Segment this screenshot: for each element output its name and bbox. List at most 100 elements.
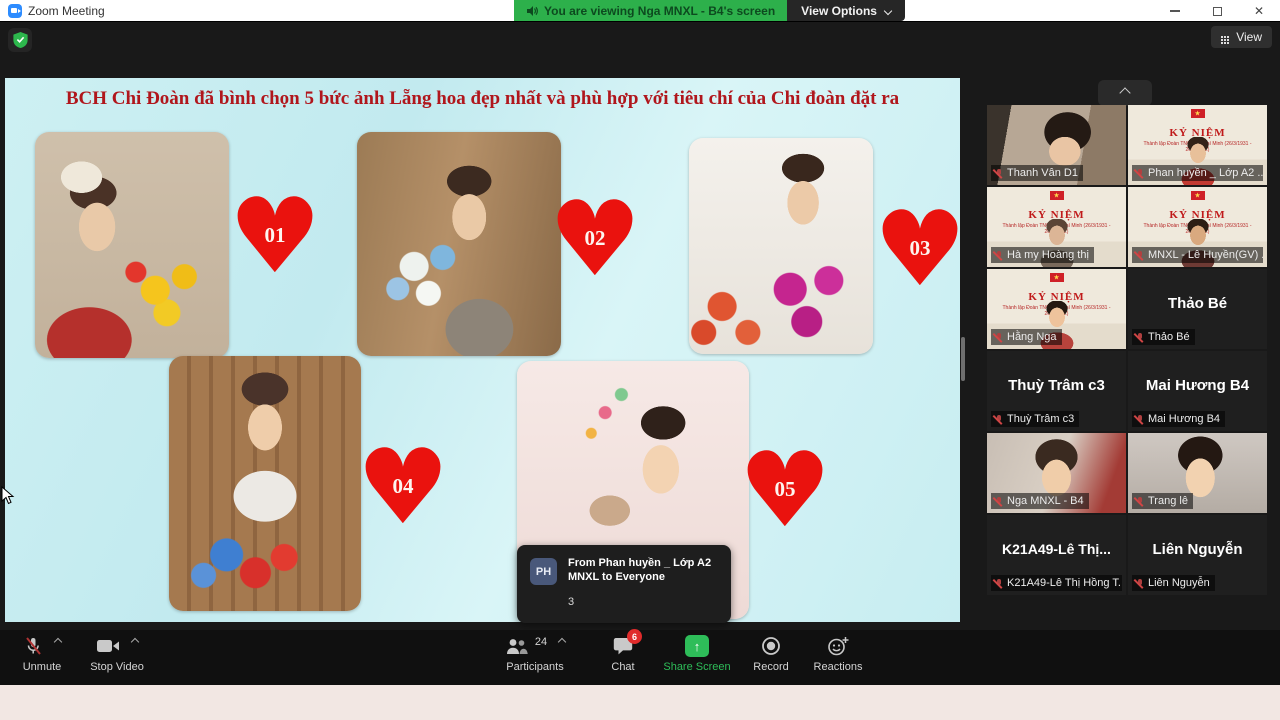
windows-taskbar: Zalo 5+ Ps P ↻ ENG 8:22 PM bbox=[0, 685, 1280, 720]
record-button[interactable]: Record bbox=[747, 635, 795, 681]
mic-muted-icon bbox=[23, 636, 43, 656]
unmute-button[interactable]: Unmute bbox=[12, 635, 72, 681]
mic-muted-icon bbox=[994, 168, 1003, 179]
collapse-gallery-button[interactable] bbox=[1098, 80, 1152, 106]
mic-muted-icon bbox=[994, 332, 1003, 343]
window-title-bar: Zoom Meeting You are viewing Nga MNXL - … bbox=[0, 0, 1280, 22]
mic-muted-icon bbox=[994, 578, 1003, 589]
screen-share-banner: You are viewing Nga MNXL - B4's screen V… bbox=[514, 0, 905, 21]
scrollbar-thumb[interactable] bbox=[961, 337, 965, 381]
participant-name-label: Trang lê bbox=[1132, 493, 1193, 509]
participant-tile-phan-huyen[interactable]: KỶ NIỆM Thành lập Đoàn TNCS Hồ Chí Minh … bbox=[1128, 105, 1267, 185]
contest-photo-3 bbox=[689, 138, 873, 354]
participant-name-label: Phan huyền _ Lớp A2 ... bbox=[1132, 165, 1263, 181]
participant-tile-nga-mnxl[interactable]: Nga MNXL - B4 bbox=[987, 433, 1126, 513]
mic-muted-icon bbox=[1135, 250, 1144, 261]
video-camera-icon bbox=[97, 638, 120, 654]
participants-options-chevron[interactable] bbox=[558, 638, 566, 646]
reactions-button[interactable]: Reactions bbox=[806, 635, 870, 681]
flag-icon bbox=[1191, 109, 1205, 118]
participant-tile-thao-be[interactable]: Thảo Bé Thảo Bé bbox=[1128, 269, 1267, 349]
mic-muted-icon bbox=[994, 496, 1003, 507]
close-button[interactable]: ✕ bbox=[1238, 0, 1280, 22]
participant-display-name: K21A49-Lê Thị... bbox=[987, 541, 1126, 557]
chat-sender-header: From Phan huyền _ Lớp A2 MNXL to Everyon… bbox=[568, 556, 720, 584]
participant-tile-mai-huong[interactable]: Mai Hương B4 Mai Hương B4 bbox=[1128, 351, 1267, 431]
share-screen-icon: ↑ bbox=[685, 635, 709, 657]
flag-icon bbox=[1191, 191, 1205, 200]
participant-tile-thuy-tram[interactable]: Thuỳ Trâm c3 Thuỳ Trâm c3 bbox=[987, 351, 1126, 431]
participant-name-label: Hằng Nga bbox=[991, 329, 1062, 345]
participant-name-label: Liên Nguyễn bbox=[1132, 575, 1215, 591]
chat-notification-popup[interactable]: PH From Phan huyền _ Lớp A2 MNXL to Ever… bbox=[517, 545, 731, 623]
participant-name-label: Hà my Hoàng thị bbox=[991, 247, 1094, 263]
contest-photo-1 bbox=[35, 132, 229, 358]
contest-photo-2 bbox=[357, 132, 561, 356]
participant-display-name: Thuỳ Trâm c3 bbox=[987, 377, 1126, 394]
chat-button[interactable]: 6 Chat bbox=[600, 635, 646, 681]
participants-button[interactable]: 24 Participants bbox=[493, 635, 577, 681]
rank-number: 04 bbox=[361, 474, 445, 499]
participant-display-name: Liên Nguyễn bbox=[1128, 541, 1267, 558]
participant-tile-ha-my[interactable]: KỶ NIỆM Thành lập Đoàn TNCS Hồ Chí Minh … bbox=[987, 187, 1126, 267]
speaker-icon bbox=[526, 5, 538, 17]
mic-muted-icon bbox=[994, 414, 1003, 425]
participant-tile-lien-nguyen[interactable]: Liên Nguyễn Liên Nguyễn bbox=[1128, 515, 1267, 595]
audio-options-chevron[interactable] bbox=[54, 638, 62, 646]
mic-muted-icon bbox=[1135, 332, 1144, 343]
zoom-app-icon bbox=[8, 4, 22, 18]
share-screen-button[interactable]: ↑ Share Screen bbox=[655, 635, 739, 681]
rank-number: 01 bbox=[233, 223, 317, 248]
flag-icon bbox=[1050, 191, 1064, 200]
rank-number: 02 bbox=[553, 226, 637, 251]
mic-muted-icon bbox=[1135, 414, 1144, 425]
participant-tile-k21a49[interactable]: K21A49-Lê Thị... K21A49-Lê Thị Hồng T... bbox=[987, 515, 1126, 595]
grid-icon bbox=[1221, 36, 1223, 38]
rank-heart-2: ♥ 02 bbox=[553, 193, 637, 285]
participant-tile-hang-nga-active[interactable]: KỶ NIỆM Thành lập Đoàn TNCS Hồ Chí Minh … bbox=[987, 269, 1126, 349]
viewing-status-text: You are viewing Nga MNXL - B4's screen bbox=[544, 4, 775, 18]
shared-screen-content: BCH Chi Đoàn đã bình chọn 5 bức ảnh Lẵng… bbox=[5, 78, 960, 622]
stop-video-button[interactable]: Stop Video bbox=[82, 635, 152, 681]
record-icon bbox=[761, 636, 781, 656]
slide-title: BCH Chi Đoàn đã bình chọn 5 bức ảnh Lẵng… bbox=[5, 88, 960, 110]
participant-name-label: Nga MNXL - B4 bbox=[991, 493, 1089, 509]
window-controls: ✕ bbox=[1154, 0, 1280, 22]
participant-name-label: MNXL - Lê Huyền(GV) ... bbox=[1132, 247, 1263, 263]
security-shield-button[interactable] bbox=[8, 28, 32, 52]
minimize-button[interactable] bbox=[1154, 0, 1196, 22]
participant-count: 24 bbox=[535, 636, 547, 648]
participant-display-name: Mai Hương B4 bbox=[1128, 377, 1267, 394]
rank-heart-3: ♥ 03 bbox=[878, 203, 960, 295]
participant-tile-trang-le[interactable]: Trang lê bbox=[1128, 433, 1267, 513]
window-title: Zoom Meeting bbox=[28, 4, 105, 18]
flag-icon bbox=[1050, 273, 1064, 282]
viewing-status: You are viewing Nga MNXL - B4's screen bbox=[514, 0, 787, 21]
participant-tile-mnxl-le-huyen[interactable]: KỶ NIỆM Thành lập Đoàn TNCS Hồ Chí Minh … bbox=[1128, 187, 1267, 267]
participant-name-label: Mai Hương B4 bbox=[1132, 411, 1225, 427]
view-layout-button[interactable]: View bbox=[1211, 26, 1272, 48]
chat-unread-badge: 6 bbox=[627, 629, 642, 644]
view-options-button[interactable]: View Options bbox=[787, 0, 905, 21]
video-options-chevron[interactable] bbox=[130, 638, 138, 646]
mic-muted-icon bbox=[1135, 168, 1144, 179]
mic-muted-icon bbox=[1135, 578, 1144, 589]
mouse-cursor bbox=[1, 486, 15, 506]
meeting-toolbar: Unmute Stop Video 24 Participants 6 Chat bbox=[0, 630, 1280, 685]
mic-muted-icon bbox=[1135, 496, 1144, 507]
rank-heart-1: ♥ 01 bbox=[233, 190, 317, 282]
participant-name-label: Thanh Vân D1 bbox=[991, 165, 1083, 181]
participants-icon bbox=[505, 638, 528, 655]
maximize-button[interactable] bbox=[1196, 0, 1238, 22]
participant-tile-thanh-van[interactable]: Thanh Vân D1 bbox=[987, 105, 1126, 185]
contest-photo-4 bbox=[169, 356, 361, 611]
reactions-smiley-icon bbox=[827, 636, 849, 656]
security-shield-icon bbox=[13, 32, 28, 48]
sender-avatar: PH bbox=[530, 558, 557, 585]
chevron-up-icon bbox=[1119, 87, 1130, 98]
participant-name-label: Thảo Bé bbox=[1132, 329, 1195, 345]
chat-message-text: 3 bbox=[568, 596, 574, 608]
chevron-down-icon bbox=[884, 6, 892, 14]
rank-number: 03 bbox=[878, 236, 960, 261]
zoom-meeting-window: Zoom Meeting You are viewing Nga MNXL - … bbox=[0, 0, 1280, 720]
